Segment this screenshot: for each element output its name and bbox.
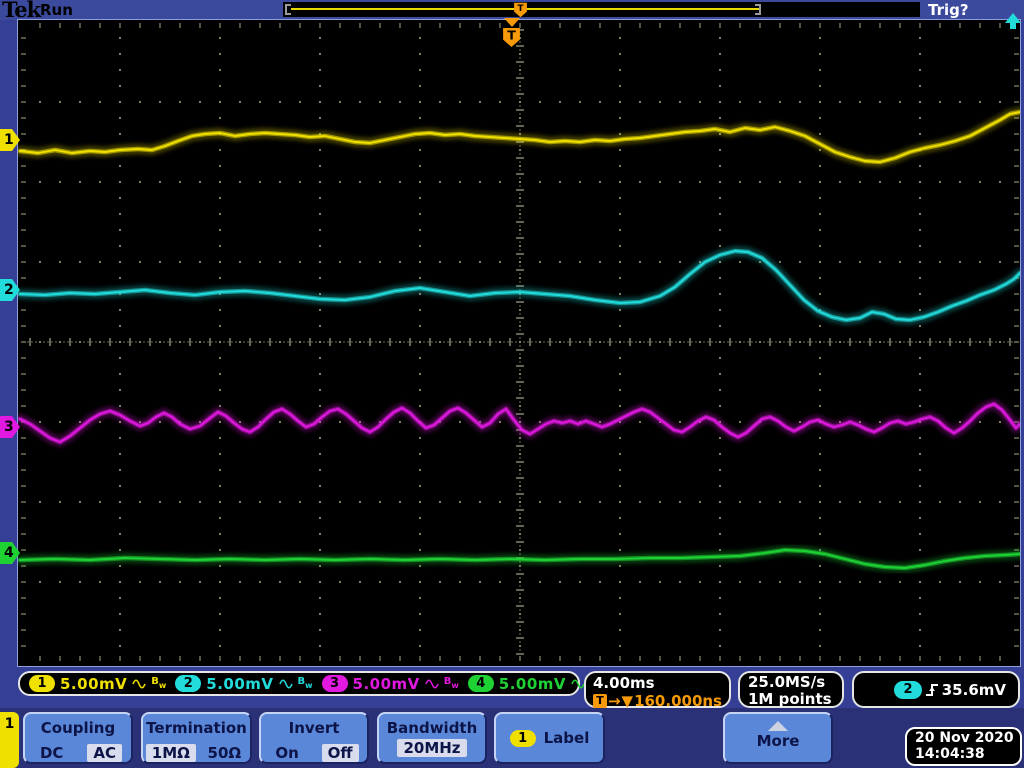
channel-2-ground-marker[interactable]: 2 (0, 279, 20, 301)
bandwidth-limit-indicator: Bw (151, 676, 167, 690)
oscilloscope-screen: Tek Run T Trig? T 1 2 3 4 1 5.00mV Bw 2 … (0, 0, 1024, 768)
channel-menu-tab: 1 (0, 712, 19, 768)
channel-1-badge: 1 (29, 675, 55, 692)
time: 14:04:38 (915, 746, 985, 762)
channel-3-ground-marker[interactable]: 3 (0, 416, 20, 438)
horizontal-readout: 4.00ms T → ▼ 160.000ns (584, 671, 731, 710)
termination-1mohm-option[interactable]: 1MΩ (145, 744, 196, 762)
svg-text:T: T (517, 4, 523, 14)
bandwidth-limit-indicator: Bw (443, 676, 459, 690)
channel-1-readout: 1 5.00mV Bw (20, 674, 166, 693)
label-channel-badge: 1 (509, 729, 536, 747)
trigger-point-t-icon[interactable]: T (502, 27, 521, 52)
datetime-display: 20 Nov 2020 14:04:38 (905, 727, 1022, 766)
record-length: 1M points (748, 690, 832, 708)
svg-text:T: T (507, 28, 516, 43)
trigger-status: Trig? (928, 1, 969, 19)
acquisition-readout: 25.0MS/s 1M points (738, 671, 844, 708)
tek-logo: Tek (2, 0, 41, 22)
channel-readouts: 1 5.00mV Bw 2 5.00mV Bw 3 5.00mV Bw 4 5.… (18, 671, 605, 696)
trigger-level-offscreen-arrow-icon (1004, 13, 1022, 34)
ac-coupling-icon (425, 678, 439, 689)
invert-button[interactable]: Invert On Off (259, 712, 369, 764)
label-button[interactable]: 1 Label (494, 712, 605, 764)
ac-coupling-icon (132, 678, 146, 689)
sample-rate: 25.0MS/s (748, 673, 826, 691)
invert-on-option[interactable]: On (269, 744, 304, 762)
waveform-display (17, 19, 1021, 667)
coupling-dc-option[interactable]: DC (34, 744, 69, 762)
bandwidth-button[interactable]: Bandwidth 20MHz (377, 712, 487, 764)
acquisition-status: Run (40, 1, 73, 19)
channel-1-ground-marker[interactable]: 1 (0, 129, 20, 151)
termination-50ohm-option[interactable]: 50Ω (202, 744, 248, 762)
bandwidth-limit-indicator: Bw (297, 676, 313, 690)
top-status-bar: Tek Run T Trig? (0, 0, 1024, 22)
channel-3-readout: 3 5.00mV Bw (313, 674, 459, 693)
channel-2-readout: 2 5.00mV Bw (166, 674, 313, 693)
coupling-ac-option[interactable]: AC (87, 744, 123, 762)
trigger-source-badge: 2 (894, 680, 922, 699)
trigger-t-icon: T (593, 694, 607, 708)
trigger-point-arrow-icon (504, 18, 520, 27)
ac-coupling-icon (278, 678, 293, 689)
channel-2-badge: 2 (175, 675, 202, 692)
ac-coupling-icon (571, 678, 585, 689)
rising-edge-icon (925, 683, 938, 696)
trigger-readout: 2 35.6mV (852, 671, 1020, 708)
up-triangle-icon (768, 721, 788, 731)
bandwidth-20mhz-option[interactable]: 20MHz (397, 739, 467, 757)
trigger-level: 35.6mV (941, 680, 1006, 699)
coupling-button[interactable]: Coupling DC AC (23, 712, 133, 764)
date: 20 Nov 2020 (915, 730, 1014, 746)
invert-off-option[interactable]: Off (321, 744, 359, 762)
timebase-scale: 4.00ms (593, 674, 655, 692)
channel-4-ground-marker[interactable]: 4 (0, 542, 20, 564)
record-view-right-bracket-icon (755, 4, 761, 15)
channel-4-badge: 4 (467, 675, 494, 692)
termination-button[interactable]: Termination 1MΩ 50Ω (141, 712, 252, 764)
graticule-and-traces (18, 23, 1020, 661)
more-button[interactable]: More (723, 712, 833, 764)
channel-3-badge: 3 (321, 675, 348, 692)
record-view-bar[interactable]: T (283, 2, 920, 18)
